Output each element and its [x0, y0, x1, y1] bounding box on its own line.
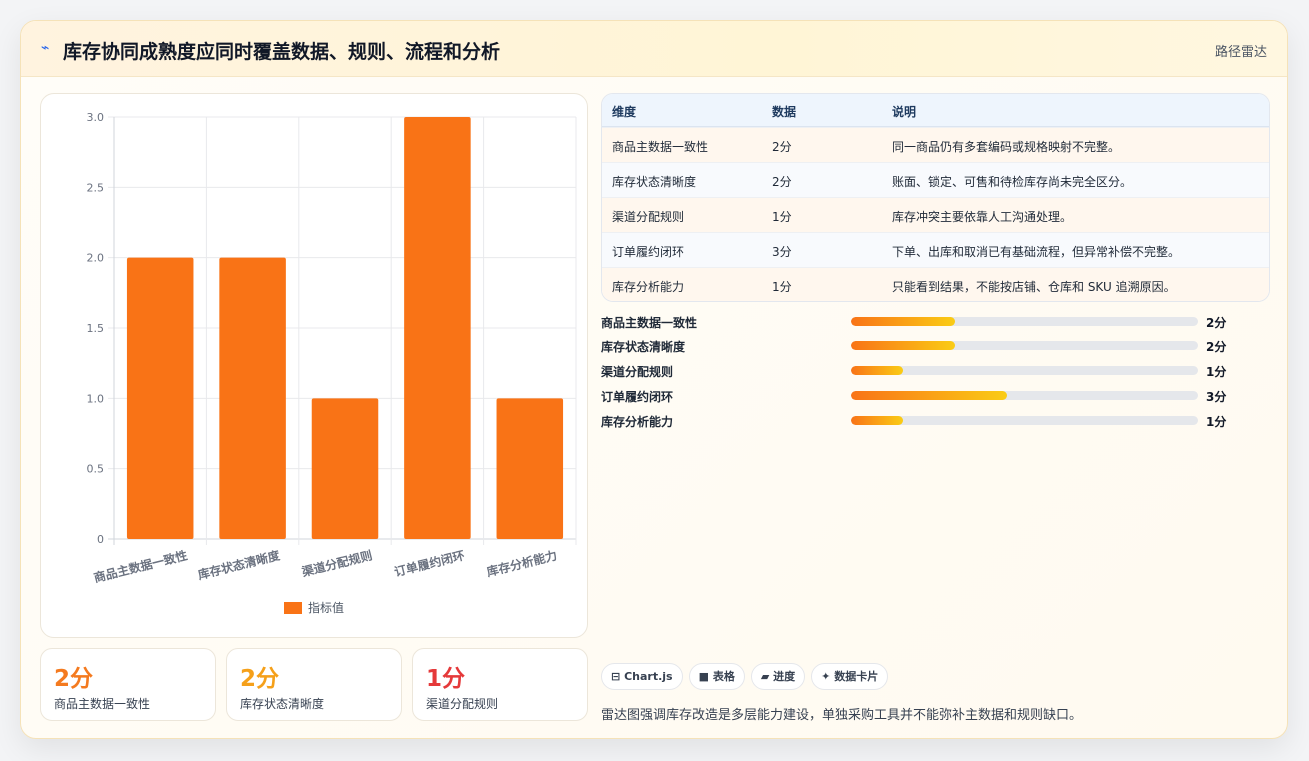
progress-label: 库存状态清晰度	[601, 340, 686, 354]
y-tick-label: 2.5	[87, 181, 105, 194]
x-tick-label: 库存分析能力	[485, 547, 559, 579]
table-cell-note: 下单、出库和取消已有基础流程，但异常补偿不完整。	[892, 245, 1181, 259]
progress-value: 2分	[1206, 316, 1227, 330]
progress-row: 渠道分配规则 1分	[601, 363, 1241, 379]
bar-chart: 0 0.5 1.0 1.5 2.0 2.5 3.0 商品主数据一致性 库存状态清晰度 渠道分配规则…	[87, 111, 577, 615]
progress-track	[851, 391, 1198, 400]
progress-fill	[851, 416, 904, 425]
footnote: 雷达图强调库存改造是多层能力建设，单独采购工具并不能弥补主数据和规则缺口。	[601, 708, 1083, 723]
table-cell-note: 账面、锁定、可售和待检库存尚未完全区分。	[892, 175, 1133, 189]
card-icon: ✦	[821, 670, 831, 683]
legend-swatch	[284, 602, 302, 614]
stat-value: 2分	[54, 666, 94, 692]
progress-fill	[851, 317, 956, 326]
table-row: 渠道分配规则 1分 库存冲突主要依靠人工沟通处理。	[602, 197, 1269, 232]
table-icon: ■	[698, 670, 709, 683]
table-header-row: 维度 数据 说明	[602, 94, 1269, 127]
stat-label: 库存状态清晰度	[240, 697, 325, 711]
progress-track	[851, 366, 1198, 375]
table-cell-dimension: 商品主数据一致性	[612, 140, 709, 154]
x-tick-label: 订单履约闭环	[393, 547, 467, 579]
stat-card-inventory-status: 2分 库存状态清晰度	[226, 648, 402, 721]
bar	[311, 398, 379, 539]
progress-value: 1分	[1206, 365, 1227, 379]
table-cell-score: 1分	[772, 280, 792, 294]
page-title: 库存协同成熟度应同时覆盖数据、规则、流程和分析	[63, 41, 501, 63]
progress-row: 库存分析能力 1分	[601, 413, 1241, 429]
x-tick-label: 商品主数据一致性	[92, 547, 189, 585]
progress-value: 2分	[1206, 340, 1227, 354]
table-header-note: 说明	[892, 105, 917, 119]
stat-value: 2分	[240, 666, 280, 692]
progress-value: 3分	[1206, 390, 1227, 404]
progress-label: 库存分析能力	[601, 415, 674, 429]
table-row: 库存状态清晰度 2分 账面、锁定、可售和待检库存尚未完全区分。	[602, 162, 1269, 197]
legend-label: 指标值	[308, 600, 344, 615]
table-cell-note: 只能看到结果，不能按店铺、仓库和 SKU 追溯原因。	[892, 280, 1176, 294]
tag-table[interactable]: ■ 表格	[688, 663, 745, 690]
stat-card-master-data: 2分 商品主数据一致性	[40, 648, 216, 721]
table-cell-note: 库存冲突主要依靠人工沟通处理。	[892, 210, 1073, 224]
chart-icon: ⊟	[611, 670, 621, 683]
table-cell-dimension: 渠道分配规则	[612, 210, 685, 224]
bar	[404, 117, 471, 539]
table-row: 订单履约闭环 3分 下单、出库和取消已有基础流程，但异常补偿不完整。	[602, 232, 1269, 267]
progress-label: 商品主数据一致性	[601, 316, 698, 330]
progress-row: 订单履约闭环 3分	[601, 388, 1241, 404]
progress-row: 库存状态清晰度 2分	[601, 338, 1241, 354]
progress-label: 订单履约闭环	[601, 390, 674, 404]
y-tick-label: 0	[97, 533, 104, 546]
table-cell-score: 2分	[772, 140, 792, 154]
table-cell-score: 3分	[772, 245, 792, 259]
stat-value: 1分	[426, 666, 466, 692]
progress-track	[851, 416, 1198, 425]
table-row: 商品主数据一致性 2分 同一商品仍有多套编码或规格映射不完整。	[602, 127, 1269, 162]
maturity-table: 维度 数据 说明 商品主数据一致性 2分 同一商品仍有多套编码或规格映射不完整。…	[601, 93, 1270, 302]
tag-label: 进度	[773, 670, 796, 683]
progress-fill	[851, 391, 1008, 400]
y-tick-label: 0.5	[87, 463, 105, 476]
table-cell-dimension: 库存状态清晰度	[612, 175, 697, 189]
bar-chart-card: 0 0.5 1.0 1.5 2.0 2.5 3.0 商品主数据一致性 库存状态清晰度 渠道分配规则…	[40, 93, 588, 638]
stat-card-channel-rules: 1分 渠道分配规则	[412, 648, 588, 721]
table-cell-note: 同一商品仍有多套编码或规格映射不完整。	[892, 140, 1121, 154]
main-panel: ⌁ 库存协同成熟度应同时覆盖数据、规则、流程和分析 路径雷达 0 0.5 1.0 1.…	[20, 20, 1288, 739]
y-tick-label: 1.0	[87, 392, 105, 405]
table-cell-score: 2分	[772, 175, 792, 189]
table-cell-dimension: 订单履约闭环	[612, 245, 685, 259]
tag-chartjs[interactable]: ⊟ Chart.js	[601, 663, 683, 690]
tag-progress[interactable]: ▰ 进度	[750, 663, 806, 690]
tag-list: ⊟ Chart.js ■ 表格 ▰ 进度 ✦ 数据卡片	[601, 663, 894, 691]
path-radar-link[interactable]: 路径雷达	[1215, 41, 1267, 60]
progress-row: 商品主数据一致性 2分	[601, 314, 1241, 330]
table-cell-score: 1分	[772, 210, 792, 224]
progress-fill	[851, 341, 956, 350]
bar	[126, 257, 194, 539]
progress-fill	[851, 366, 904, 375]
tag-label: 表格	[712, 670, 735, 683]
tag-label: Chart.js	[624, 670, 673, 683]
panel-header: ⌁ 库存协同成熟度应同时覆盖数据、规则、流程和分析 路径雷达	[21, 21, 1287, 77]
tag-data-card[interactable]: ✦ 数据卡片	[811, 663, 889, 690]
y-tick-label: 1.5	[87, 322, 105, 335]
table-row: 库存分析能力 1分 只能看到结果，不能按店铺、仓库和 SKU 追溯原因。	[602, 267, 1269, 301]
progress-track	[851, 317, 1198, 326]
progress-icon: ▰	[760, 670, 770, 683]
chart-line-icon: ⌁	[41, 40, 50, 56]
tag-label: 数据卡片	[834, 670, 879, 683]
table-header-data: 数据	[772, 105, 797, 119]
y-tick-label: 2.0	[87, 252, 105, 265]
y-tick-label: 3.0	[87, 111, 105, 124]
table-header-dimension: 维度	[612, 105, 637, 119]
progress-label: 渠道分配规则	[601, 365, 674, 379]
stat-label: 商品主数据一致性	[54, 697, 151, 711]
progress-track	[851, 341, 1198, 350]
x-tick-label: 库存状态清晰度	[196, 547, 282, 582]
bar	[219, 257, 286, 539]
x-tick-label: 渠道分配规则	[300, 547, 374, 579]
bar	[496, 398, 564, 539]
progress-value: 1分	[1206, 415, 1227, 429]
table-cell-dimension: 库存分析能力	[612, 280, 685, 294]
stat-label: 渠道分配规则	[426, 697, 499, 711]
